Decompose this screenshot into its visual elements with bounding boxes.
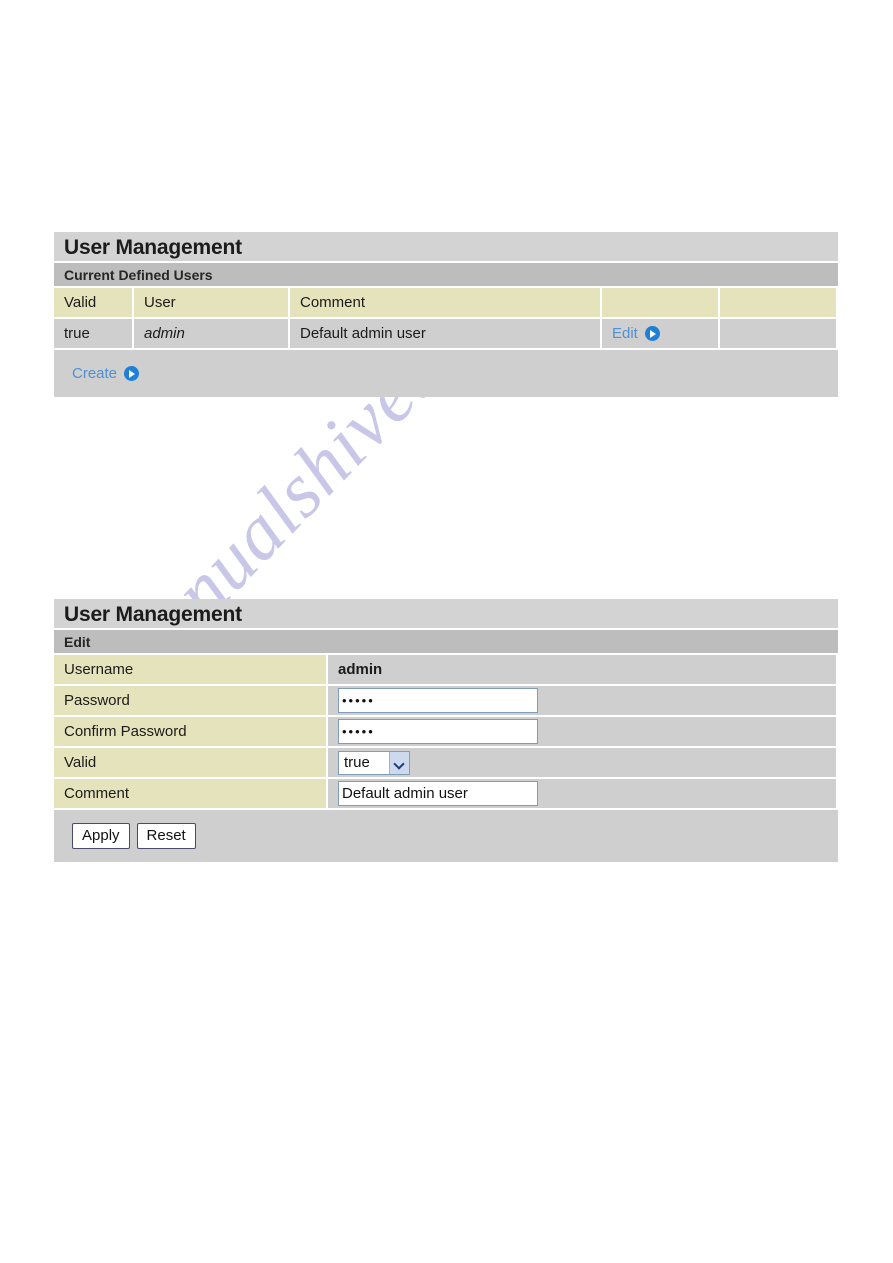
label-username: Username: [54, 655, 328, 686]
cell-blank: [720, 319, 838, 350]
cell-valid: true: [54, 319, 134, 350]
user-management-edit-panel: User Management Edit Username admin Pass…: [54, 599, 838, 862]
column-header-blank: [720, 288, 838, 319]
arrow-right-circle-icon: [124, 366, 140, 381]
create-link-label: Create: [72, 365, 118, 382]
column-header-valid: Valid: [54, 288, 134, 319]
form-row-username: Username admin: [54, 655, 838, 686]
panel-title-edit: User Management: [54, 599, 838, 630]
panel-title-users: User Management: [54, 232, 838, 263]
field-cell-comment: [328, 779, 838, 810]
value-username: admin: [328, 655, 838, 686]
edit-link-label: Edit: [612, 325, 638, 342]
field-cell-valid: true: [328, 748, 838, 779]
create-link[interactable]: Create: [72, 365, 140, 382]
defined-users-table: Valid User Comment true admin Default ad…: [54, 288, 838, 350]
valid-select[interactable]: true: [338, 750, 410, 775]
form-row-valid: Valid true: [54, 748, 838, 779]
cell-comment: Default admin user: [290, 319, 602, 350]
label-confirm-password: Confirm Password: [54, 717, 328, 748]
apply-button[interactable]: Apply: [72, 823, 130, 849]
edit-panel-footer: Apply Reset: [54, 810, 838, 862]
column-header-comment: Comment: [290, 288, 602, 319]
label-valid: Valid: [54, 748, 328, 779]
edit-user-form-table: Username admin Password Confirm Password…: [54, 655, 838, 810]
column-header-action: [602, 288, 720, 319]
table-header-row: Valid User Comment: [54, 288, 838, 319]
panel-subtitle-edit: Edit: [54, 630, 838, 655]
user-management-list-panel: User Management Current Defined Users Va…: [54, 232, 838, 397]
field-cell-confirm-password: [328, 717, 838, 748]
confirm-password-input[interactable]: [338, 719, 538, 744]
cell-action: Edit: [602, 319, 720, 350]
chevron-down-icon: [389, 751, 409, 774]
form-row-confirm-password: Confirm Password: [54, 717, 838, 748]
edit-link[interactable]: Edit: [612, 325, 660, 342]
form-row-password: Password: [54, 686, 838, 717]
panel-subtitle-current-defined-users: Current Defined Users: [54, 263, 838, 288]
password-input[interactable]: [338, 688, 538, 713]
field-cell-password: [328, 686, 838, 717]
comment-input[interactable]: [338, 781, 538, 806]
label-password: Password: [54, 686, 328, 717]
form-row-comment: Comment: [54, 779, 838, 810]
arrow-right-circle-icon: [644, 326, 660, 341]
column-header-user: User: [134, 288, 290, 319]
cell-user: admin: [134, 319, 290, 350]
valid-select-value: true: [344, 753, 370, 771]
users-panel-footer: Create: [54, 350, 838, 397]
label-comment: Comment: [54, 779, 328, 810]
reset-button[interactable]: Reset: [136, 823, 196, 849]
table-row: true admin Default admin user Edit: [54, 319, 838, 350]
